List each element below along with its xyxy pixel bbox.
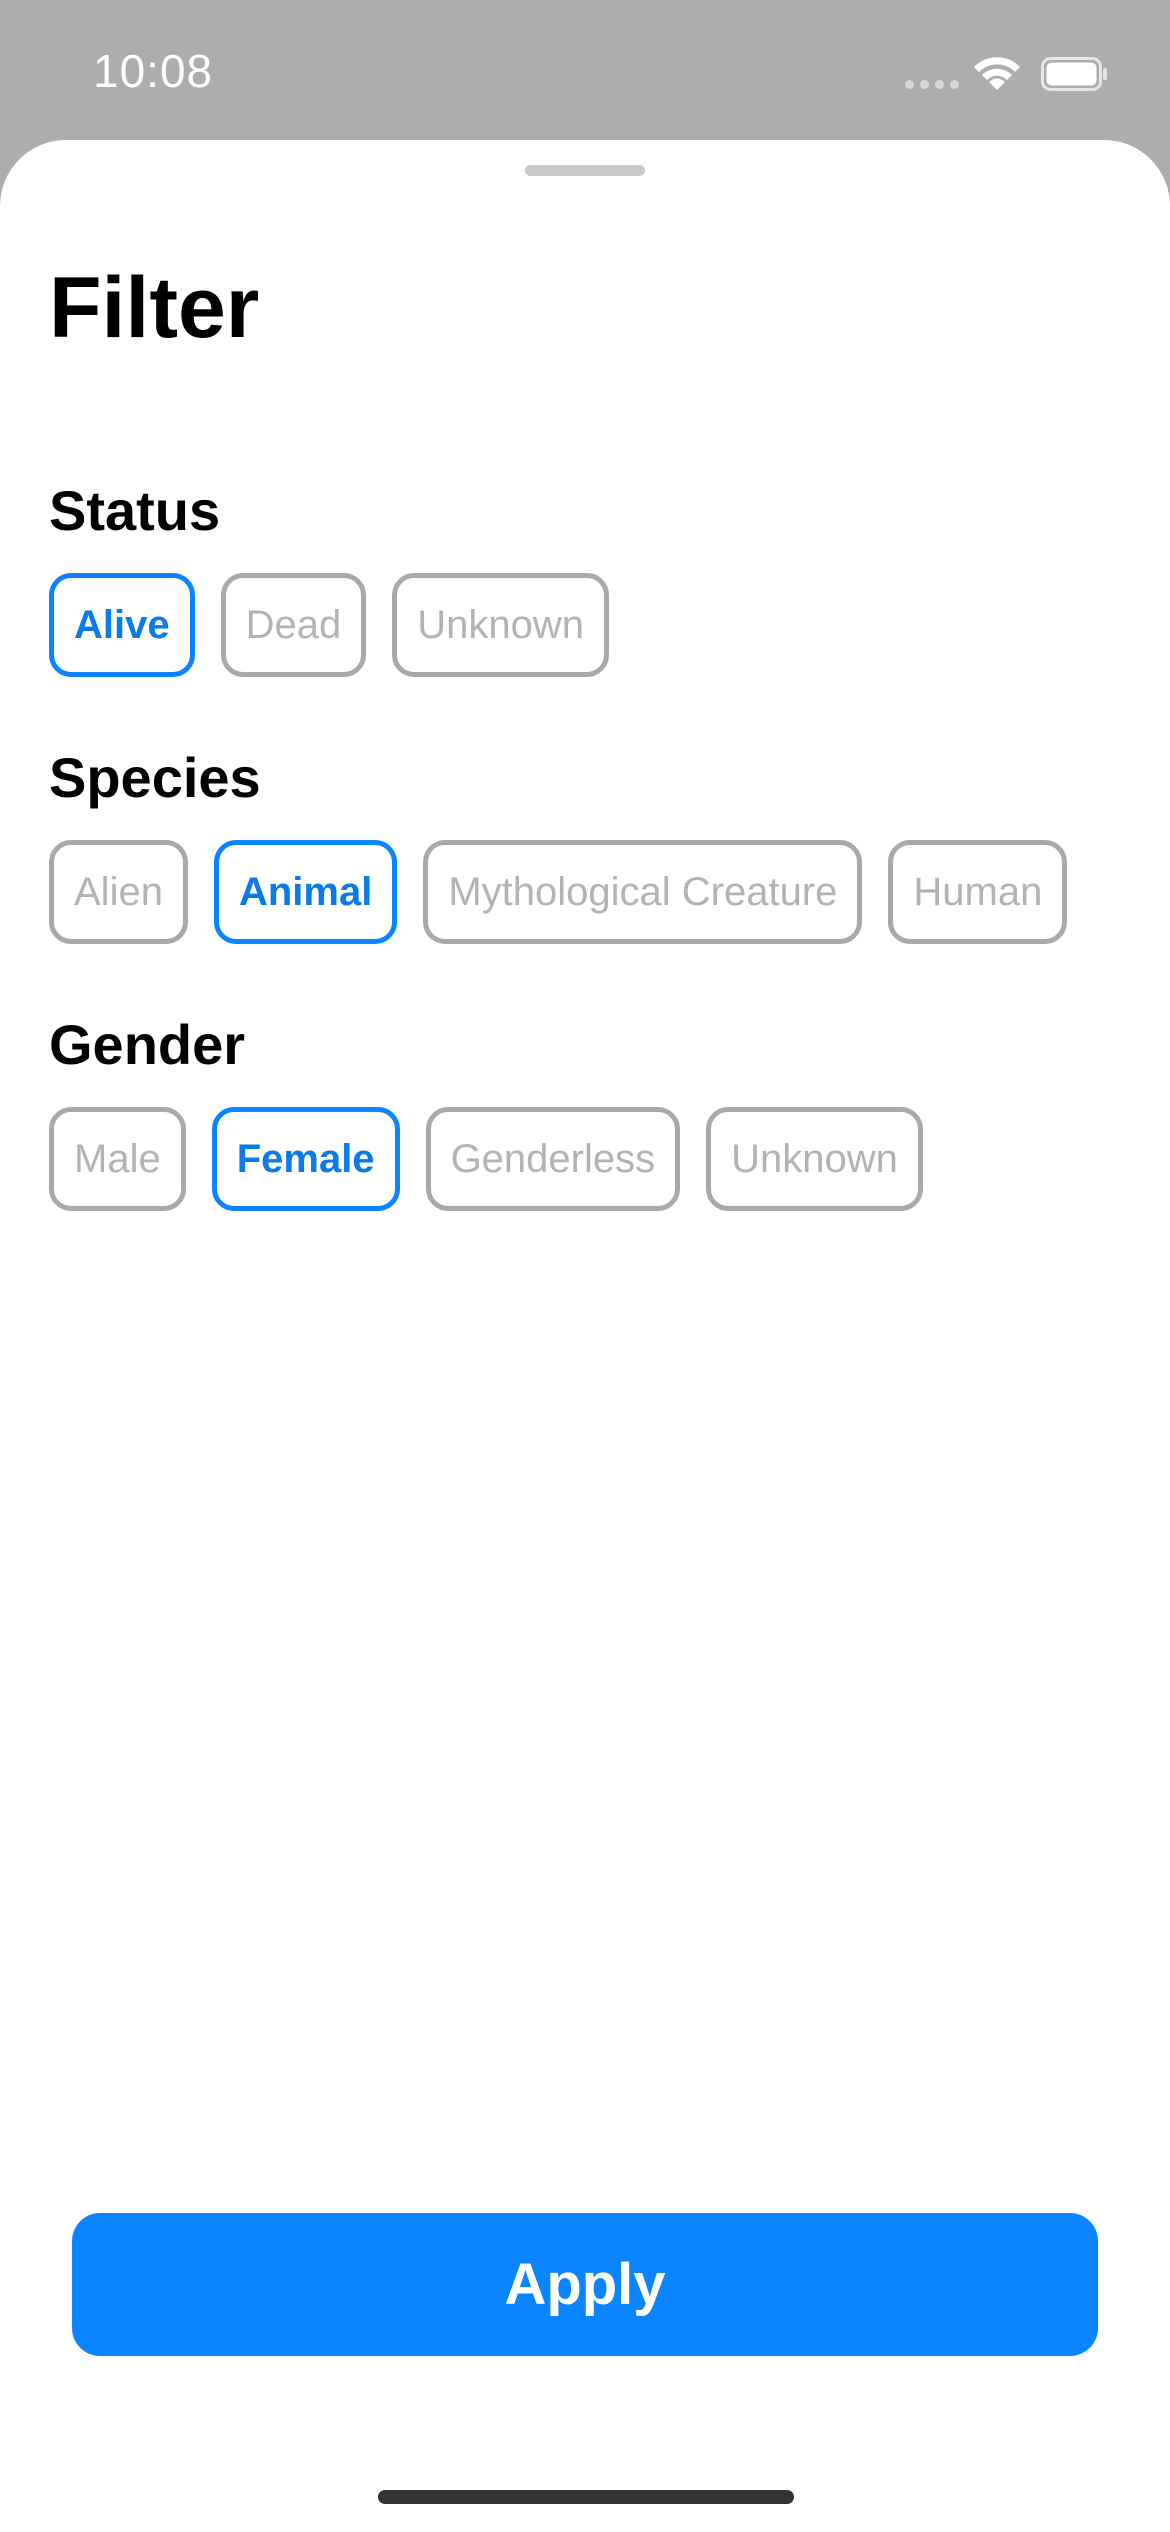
cellular-signal-icon [905, 80, 960, 90]
wifi-icon [974, 57, 1020, 90]
status-section: Status Alive Dead Unknown [49, 483, 1129, 677]
gender-chip-female[interactable]: Female [211, 1107, 400, 1211]
apply-button[interactable]: Apply [72, 2213, 1098, 2356]
status-chip-dead[interactable]: Dead [220, 573, 367, 677]
gender-chip-male[interactable]: Male [49, 1107, 186, 1211]
status-chip-alive[interactable]: Alive [49, 573, 195, 677]
gender-section-title: Gender [49, 1013, 246, 1076]
sheet-grabber[interactable] [525, 165, 645, 176]
status-bar: 10:08 [0, 0, 1170, 140]
status-section-title: Status [49, 479, 221, 542]
species-section-title: Species [49, 746, 261, 809]
page-title: Filter [49, 260, 260, 356]
gender-chip-unknown[interactable]: Unknown [706, 1107, 923, 1211]
species-section: Species Alien Animal Mythological Creatu… [49, 750, 1129, 944]
species-chip-human[interactable]: Human [888, 840, 1068, 944]
species-chip-animal[interactable]: Animal [213, 840, 398, 944]
status-chip-unknown[interactable]: Unknown [392, 573, 609, 677]
home-indicator[interactable] [378, 2490, 794, 2504]
status-chip-group: Alive Dead Unknown [49, 573, 1129, 677]
battery-icon [1041, 57, 1107, 91]
species-chip-alien[interactable]: Alien [49, 840, 188, 944]
gender-chip-genderless[interactable]: Genderless [425, 1107, 681, 1211]
gender-chip-group: Male Female Genderless Unknown [49, 1107, 1129, 1211]
status-time: 10:08 [93, 45, 214, 97]
species-chip-group: Alien Animal Mythological Creature Human [49, 840, 1129, 944]
filter-sheet: Filter Status Alive Dead Unknown Species… [0, 140, 1170, 2532]
gender-section: Gender Male Female Genderless Unknown [49, 1017, 1129, 1211]
species-chip-mythological-creature[interactable]: Mythological Creature [423, 840, 863, 944]
